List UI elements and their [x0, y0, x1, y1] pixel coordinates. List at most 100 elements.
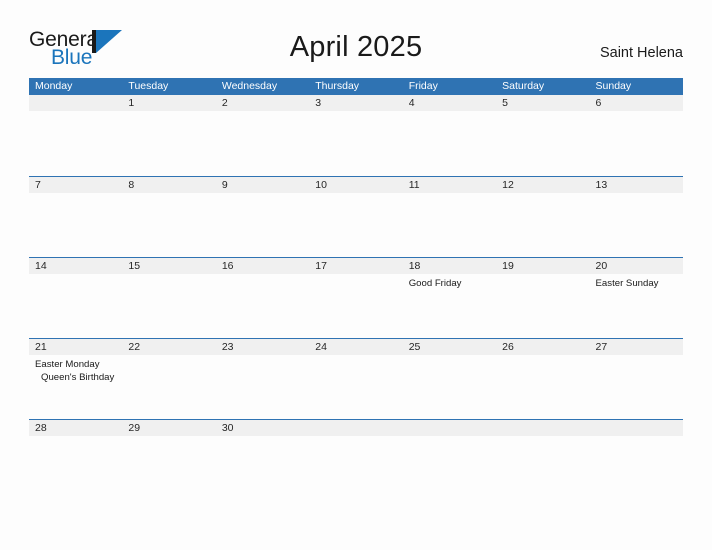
- day-cell[interactable]: 15: [122, 258, 215, 339]
- day-cell[interactable]: 19: [496, 258, 589, 339]
- calendar-week-row: 7 8 9 10 11 12 13: [29, 176, 683, 257]
- day-cell[interactable]: 27: [590, 339, 683, 420]
- week-cells: 7 8 9 10 11 12 13: [29, 177, 683, 258]
- event-label: Good Friday: [408, 278, 462, 289]
- day-number: 6: [595, 97, 602, 109]
- day-number: 15: [128, 260, 141, 272]
- event-label: Easter Monday: [35, 359, 100, 370]
- day-number: 12: [502, 179, 514, 191]
- day-cell-empty: [496, 420, 589, 501]
- day-events: Good Friday: [409, 274, 496, 290]
- day-number: 21: [35, 341, 47, 353]
- day-cell[interactable]: 11: [403, 177, 496, 258]
- day-number: 4: [408, 97, 415, 109]
- day-number: [35, 95, 122, 111]
- day-cell[interactable]: 18 Good Friday: [403, 258, 496, 339]
- calendar-grid: Monday Tuesday Wednesday Thursday Friday…: [29, 78, 683, 500]
- day-number: 9: [221, 179, 228, 191]
- weekday-header-row: Monday Tuesday Wednesday Thursday Friday…: [29, 78, 683, 95]
- day-cell[interactable]: 7: [29, 177, 122, 258]
- day-cell[interactable]: 3: [309, 95, 402, 176]
- day-number: 26: [502, 341, 514, 353]
- week-cells: 21 Easter Monday Queen's Birthday 22 23 24 25 2…: [29, 339, 683, 420]
- event-label: Queen's Birthday: [41, 372, 115, 383]
- day-number: 27: [595, 341, 608, 353]
- day-number: 22: [128, 341, 141, 353]
- location-label: Saint Helena: [599, 45, 683, 61]
- day-cell[interactable]: 21 Easter Monday Queen's Birthday: [29, 339, 122, 420]
- calendar-week-row: 28 29 30: [29, 419, 683, 500]
- day-cell[interactable]: 24: [309, 339, 402, 420]
- day-cell[interactable]: 30: [216, 420, 309, 501]
- day-cell[interactable]: 1: [122, 95, 215, 176]
- day-number: [502, 420, 589, 436]
- day-cell[interactable]: 17: [309, 258, 402, 339]
- weekday-wednesday: Wednesday: [221, 80, 278, 92]
- week-cells: 1 2 3 4 5 6: [29, 95, 683, 176]
- weekday-monday: Monday: [35, 80, 73, 92]
- calendar-week-row: 14 15 16 17 18 Good Friday 19 20 Easter Sunday: [29, 257, 683, 338]
- day-number: 29: [128, 422, 141, 434]
- day-cell-empty: [29, 95, 122, 176]
- day-number: 5: [502, 97, 508, 109]
- day-number: 11: [408, 179, 420, 191]
- weekday-sunday: Sunday: [595, 80, 632, 92]
- day-cell[interactable]: 8: [122, 177, 215, 258]
- day-cell[interactable]: 6: [590, 95, 683, 176]
- day-number: 10: [315, 179, 327, 191]
- day-cell[interactable]: 22: [122, 339, 215, 420]
- calendar-week-row: 1 2 3 4 5 6: [29, 95, 683, 176]
- day-number: 19: [502, 260, 514, 272]
- day-number: [315, 420, 402, 436]
- day-cell[interactable]: 2: [216, 95, 309, 176]
- calendar-week-row: 21 Easter Monday Queen's Birthday 22 23 24 25 2…: [29, 338, 683, 419]
- weekday-saturday: Saturday: [502, 80, 545, 92]
- day-number: 2: [221, 97, 228, 109]
- day-number: 18: [408, 260, 421, 272]
- day-events: Easter Monday Queen's Birthday: [35, 355, 122, 384]
- day-cell[interactable]: 4: [403, 95, 496, 176]
- day-cell[interactable]: 29: [122, 420, 215, 501]
- day-cell[interactable]: 16: [216, 258, 309, 339]
- day-number: 7: [35, 179, 41, 191]
- day-number: 3: [315, 97, 322, 109]
- day-number: 16: [221, 260, 234, 272]
- day-cell[interactable]: 9: [216, 177, 309, 258]
- event-label: Easter Sunday: [595, 278, 659, 289]
- day-number: 28: [35, 422, 47, 434]
- day-number: 1: [128, 97, 135, 109]
- day-number: 17: [315, 260, 327, 272]
- weekday-friday: Friday: [408, 80, 438, 92]
- day-number: 20: [595, 260, 608, 272]
- day-cell[interactable]: 20 Easter Sunday: [590, 258, 683, 339]
- day-cell[interactable]: 5: [496, 95, 589, 176]
- week-cells: 28 29 30: [29, 420, 683, 501]
- day-cell-empty: [309, 420, 402, 501]
- day-number: 24: [315, 341, 327, 353]
- day-cell-empty: [590, 420, 683, 501]
- day-cell[interactable]: 14: [29, 258, 122, 339]
- page-header: General Blue April 2025 Saint Helena: [0, 0, 712, 78]
- day-cell[interactable]: 10: [309, 177, 402, 258]
- day-number: [409, 420, 496, 436]
- day-cell[interactable]: 13: [590, 177, 683, 258]
- weekday-tuesday: Tuesday: [128, 80, 169, 92]
- calendar-page: General Blue April 2025 Saint Helena Mon…: [0, 0, 712, 550]
- day-number: [596, 420, 683, 436]
- weekday-thursday: Thursday: [315, 80, 360, 92]
- day-cell[interactable]: 28: [29, 420, 122, 501]
- day-cell[interactable]: 25: [403, 339, 496, 420]
- calendar-weeks: 1 2 3 4 5 6 7 8 9 10 11 12 13 14 15 16 17 18 Good Friday 19…: [29, 95, 683, 500]
- day-number: 13: [595, 179, 608, 191]
- day-cell[interactable]: 23: [216, 339, 309, 420]
- day-number: 8: [128, 179, 135, 191]
- week-cells: 14 15 16 17 18 Good Friday 19 20 Easter Sunday: [29, 258, 683, 339]
- day-number: 14: [35, 260, 47, 272]
- day-events: Easter Sunday: [596, 274, 683, 290]
- day-cell[interactable]: 12: [496, 177, 589, 258]
- day-cell[interactable]: 26: [496, 339, 589, 420]
- day-number: 23: [221, 341, 234, 353]
- day-cell-empty: [403, 420, 496, 501]
- day-number: 25: [408, 341, 421, 353]
- day-number: 30: [221, 422, 234, 434]
